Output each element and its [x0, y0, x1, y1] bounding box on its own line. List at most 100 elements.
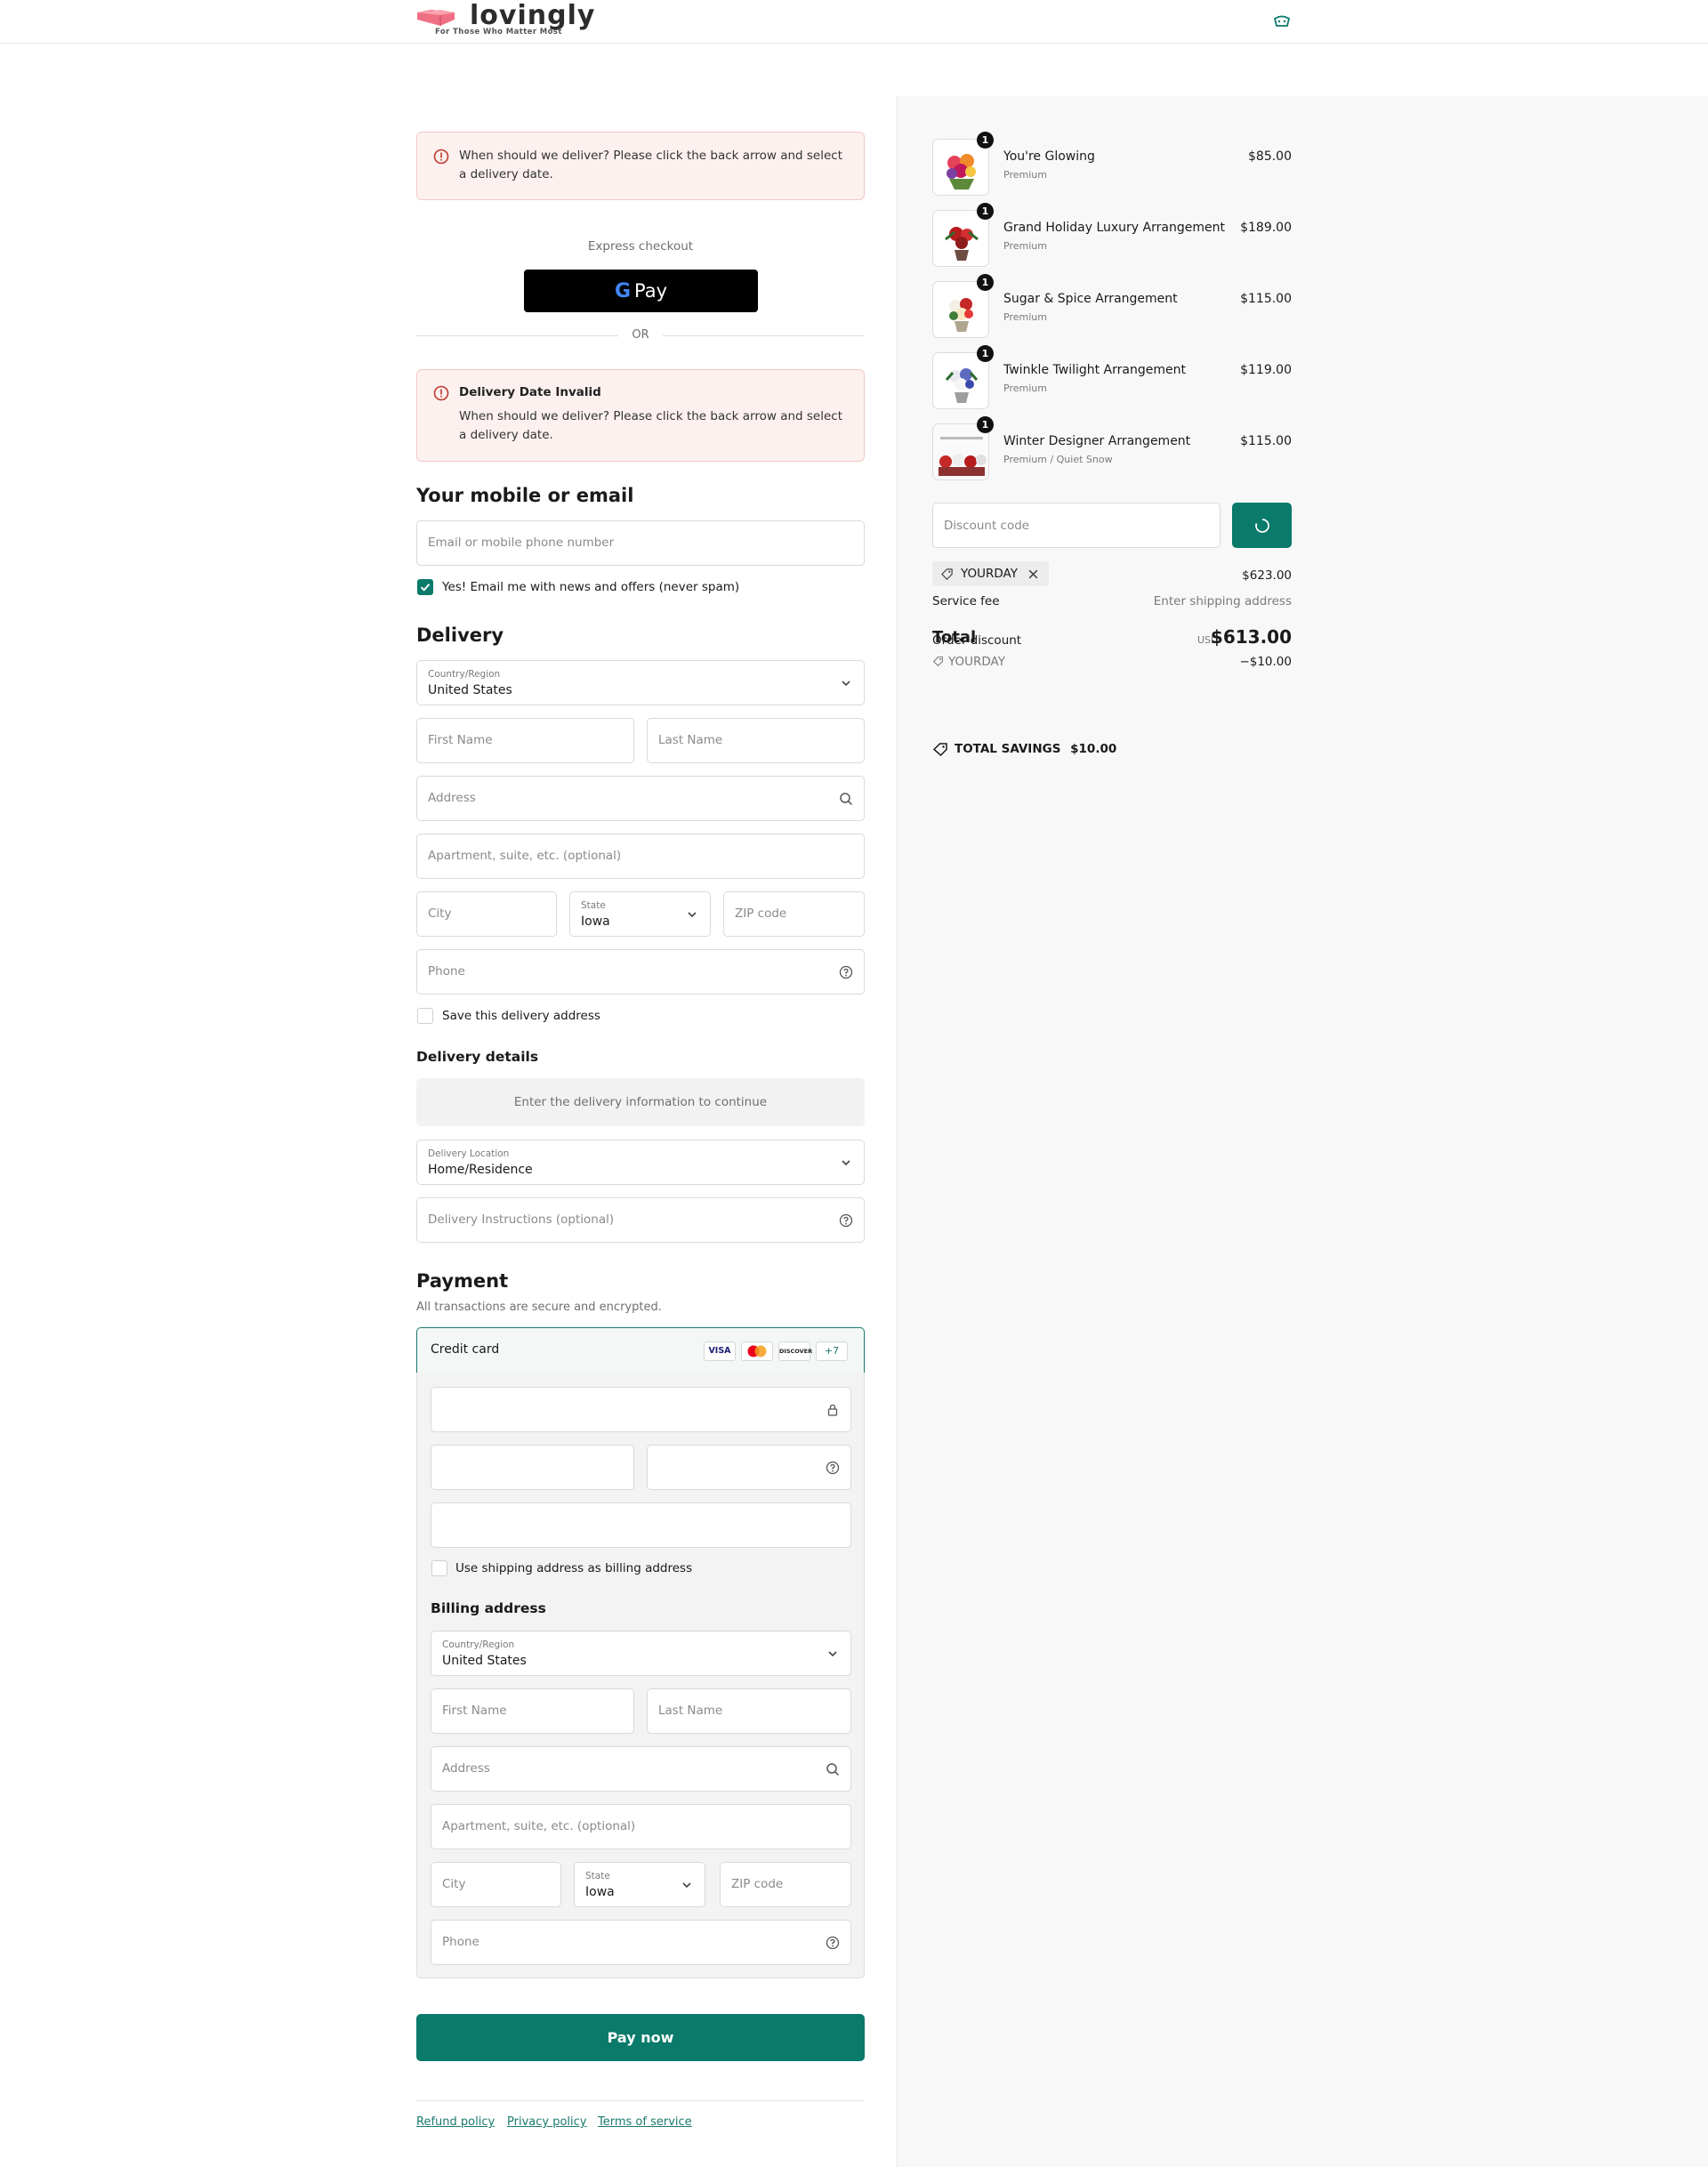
zip-placeholder: ZIP code: [731, 1877, 784, 1891]
billing-phone-field[interactable]: Phone: [431, 1920, 851, 1965]
refund-policy-link[interactable]: Refund policy: [416, 2115, 495, 2129]
same-billing-label: Use shipping address as billing address: [455, 1561, 693, 1575]
delivery-state-select[interactable]: State Iowa: [569, 891, 711, 937]
payment-section-title: Payment: [416, 1270, 509, 1292]
delivery-first-name-field[interactable]: First Name: [416, 718, 634, 763]
alert-title: Delivery Date Invalid: [459, 385, 601, 399]
save-address-checkbox[interactable]: [417, 1008, 433, 1024]
billing-address-field[interactable]: Address: [431, 1746, 851, 1792]
summary-line-item: 1 Twinkle Twilight Arrangement Premium $…: [932, 345, 1292, 409]
card-security-code-field[interactable]: [647, 1445, 851, 1490]
city-placeholder: City: [428, 906, 452, 921]
delivery-apartment-field[interactable]: Apartment, suite, etc. (optional): [416, 834, 865, 879]
card-expiry-field[interactable]: [431, 1445, 634, 1490]
product-price: $189.00: [1240, 221, 1292, 235]
credit-card-option[interactable]: Credit card VISA DISCOVER +7: [416, 1327, 865, 1374]
save-address-label: Save this delivery address: [442, 1009, 600, 1023]
delivery-phone-field[interactable]: Phone: [416, 949, 865, 995]
total-savings: TOTAL SAVINGS $10.00: [955, 742, 1116, 756]
payment-subtitle: All transactions are secure and encrypte…: [416, 1301, 662, 1314]
site-header: lovingly For Those Who Matter Most: [0, 0, 1708, 44]
more-cards-badge: +7: [816, 1341, 848, 1361]
terms-of-service-link[interactable]: Terms of service: [598, 2115, 692, 2129]
alert-body: Delivery Date Invalid When should we del…: [459, 383, 846, 445]
same-billing-checkbox[interactable]: [431, 1560, 447, 1576]
logo-text: lovingly: [470, 0, 596, 31]
savings-label: TOTAL SAVINGS: [955, 742, 1061, 756]
discover-icon: DISCOVER: [778, 1341, 812, 1361]
discount-code-field[interactable]: Discount code: [932, 503, 1221, 548]
country-label: Country/Region: [442, 1639, 515, 1650]
billing-last-name-field[interactable]: Last Name: [647, 1688, 851, 1734]
delivery-country-select[interactable]: Country/Region United States: [416, 660, 865, 705]
help-icon[interactable]: [826, 1936, 840, 1950]
help-icon[interactable]: [826, 1461, 840, 1475]
quantity-badge: 1: [977, 203, 994, 220]
email-placeholder: Email or mobile phone number: [428, 536, 615, 550]
applied-discount-chip: YOURDAY: [932, 561, 1049, 586]
summary-line-item: 1 Grand Holiday Luxury Arrangement Premi…: [932, 203, 1292, 267]
apply-discount-button[interactable]: [1232, 503, 1292, 548]
first-name-placeholder: First Name: [428, 733, 493, 747]
help-icon[interactable]: [839, 1213, 853, 1228]
state-value: Iowa: [585, 1885, 615, 1899]
savings-value: $10.00: [1070, 742, 1117, 756]
subtotal-value: $623.00: [1242, 568, 1292, 583]
delivery-instructions-field[interactable]: Delivery Instructions (optional): [416, 1197, 865, 1243]
state-label: State: [581, 900, 606, 911]
delivery-zip-field[interactable]: ZIP code: [723, 891, 865, 937]
gift-box-logo-icon: [417, 10, 455, 26]
billing-first-name-field[interactable]: First Name: [431, 1688, 634, 1734]
chevron-down-icon: [842, 681, 850, 687]
billing-state-select[interactable]: State Iowa: [574, 1862, 705, 1907]
credit-card-form: Use shipping address as billing address …: [416, 1373, 865, 1978]
phone-placeholder: Phone: [442, 1935, 479, 1949]
delivery-details-title: Delivery details: [416, 1049, 539, 1065]
product-name: Sugar & Spice Arrangement: [1003, 292, 1178, 306]
alert-message: When should we deliver? Please click the…: [459, 409, 842, 442]
product-price: $115.00: [1240, 292, 1292, 306]
billing-zip-field[interactable]: ZIP code: [720, 1862, 851, 1907]
product-variant: Premium: [1003, 311, 1047, 323]
delivery-last-name-field[interactable]: Last Name: [647, 718, 865, 763]
loading-spinner-icon: [1255, 519, 1269, 533]
tag-icon: [941, 568, 953, 580]
delivery-date-alert: When should we deliver? Please click the…: [416, 132, 865, 200]
order-discount-value: −$10.00: [1239, 655, 1292, 669]
help-icon[interactable]: [839, 965, 853, 979]
summary-line-item: 1 Sugar & Spice Arrangement Premium $115…: [932, 274, 1292, 338]
remove-discount-icon[interactable]: [1027, 568, 1039, 580]
search-icon: [826, 1763, 840, 1776]
newsletter-label: Yes! Email me with news and offers (neve…: [442, 580, 740, 594]
billing-country-select[interactable]: Country/Region United States: [431, 1631, 851, 1676]
state-value: Iowa: [581, 914, 610, 929]
card-name-field[interactable]: [431, 1502, 851, 1548]
service-fee-value: Enter shipping address: [1153, 594, 1292, 608]
footer-divider: [416, 2100, 865, 2101]
billing-title: Billing address: [431, 1600, 546, 1616]
delivery-location-select[interactable]: Delivery Location Home/Residence: [416, 1140, 865, 1185]
google-pay-button[interactable]: G Pay: [524, 270, 758, 312]
order-discount-code: YOURDAY: [948, 655, 1005, 669]
billing-city-field[interactable]: City: [431, 1862, 561, 1907]
credit-card-label: Credit card: [431, 1342, 500, 1357]
delivery-city-field[interactable]: City: [416, 891, 557, 937]
quantity-badge: 1: [977, 345, 994, 362]
lock-icon: [827, 1404, 838, 1416]
email-field[interactable]: Email or mobile phone number: [416, 520, 865, 566]
quantity-badge: 1: [977, 416, 994, 433]
privacy-policy-link[interactable]: Privacy policy: [507, 2115, 586, 2129]
newsletter-checkbox[interactable]: [417, 579, 433, 595]
last-name-placeholder: Last Name: [658, 1704, 723, 1718]
pay-now-button[interactable]: Pay now: [416, 2014, 865, 2061]
country-label: Country/Region: [428, 669, 501, 680]
delivery-address-field[interactable]: Address: [416, 776, 865, 821]
cart-icon[interactable]: [1272, 13, 1292, 29]
phone-placeholder: Phone: [428, 964, 465, 979]
delivery-info-notice: Enter the delivery information to contin…: [416, 1078, 865, 1126]
mastercard-icon: [741, 1341, 773, 1361]
card-number-field[interactable]: [431, 1387, 851, 1432]
location-label: Delivery Location: [428, 1148, 510, 1159]
billing-apartment-field[interactable]: Apartment, suite, etc. (optional): [431, 1804, 851, 1849]
gpay-label: Pay: [634, 280, 668, 302]
